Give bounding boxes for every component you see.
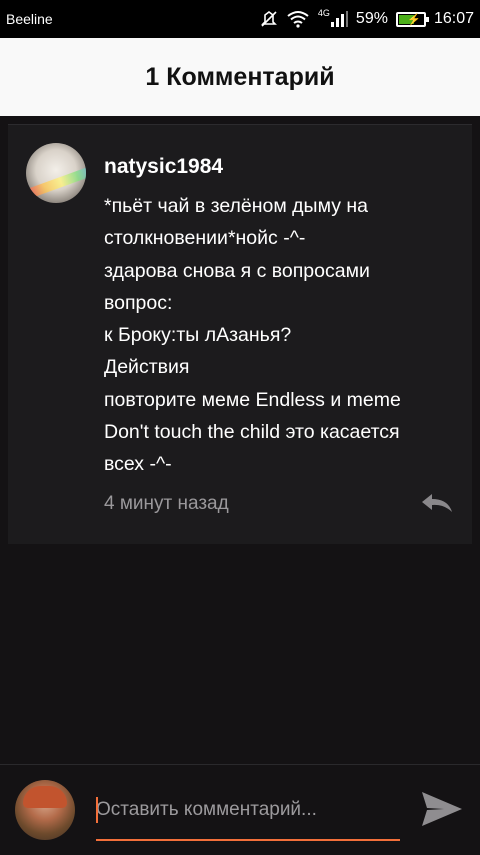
mute-icon — [260, 11, 277, 27]
battery-percent: 59% — [355, 10, 388, 27]
comment-line: всех -^- — [104, 453, 172, 476]
text-caret — [96, 797, 98, 823]
comment-line: *пьёт чай в зелёном дыму на — [104, 195, 368, 217]
comment-line: здарова снова я с вопросами — [104, 259, 370, 282]
comment-line: повторите меме Endless и meme — [104, 388, 401, 411]
carrier-label: Beeline — [6, 11, 53, 27]
reply-icon[interactable] — [420, 492, 454, 514]
current-user-avatar — [15, 780, 75, 840]
send-icon[interactable] — [420, 787, 464, 831]
page-title: 1 Комментарий — [145, 62, 335, 91]
comment-input[interactable] — [96, 793, 400, 827]
commenter-avatar[interactable] — [26, 143, 86, 203]
clock: 16:07 — [433, 10, 474, 27]
signal-icon — [330, 11, 348, 27]
comment-card: natysic1984 *пьёт чай в зелёном дыму на … — [8, 124, 472, 544]
comment-author[interactable]: natysic1984 — [104, 155, 223, 179]
status-icons: 4G 59% ⚡ 16:07 — [260, 8, 474, 28]
comment-line: к Броку:ты лАзанья? — [104, 324, 292, 347]
comment-text: *пьёт чай в зелёном дыму на столкновении… — [104, 190, 401, 481]
comment-input-wrapper[interactable] — [96, 793, 400, 841]
status-bar: Beeline 4G 59% ⚡ 16:07 — [0, 0, 480, 38]
comment-composer — [0, 764, 480, 855]
comment-line: Don't touch the child это касается — [104, 421, 400, 444]
network-type-label: 4G — [317, 8, 330, 18]
wifi-icon — [287, 11, 309, 28]
page-title-bar: 1 Комментарий — [0, 38, 480, 116]
comment-line: вопрос: — [104, 291, 173, 314]
comment-line: столкновении*нойс -^- — [104, 227, 306, 250]
comment-timestamp: 4 минут назад — [104, 493, 229, 514]
comment-line: Действия — [104, 356, 190, 379]
battery-charging-icon: ⚡ — [395, 11, 429, 27]
